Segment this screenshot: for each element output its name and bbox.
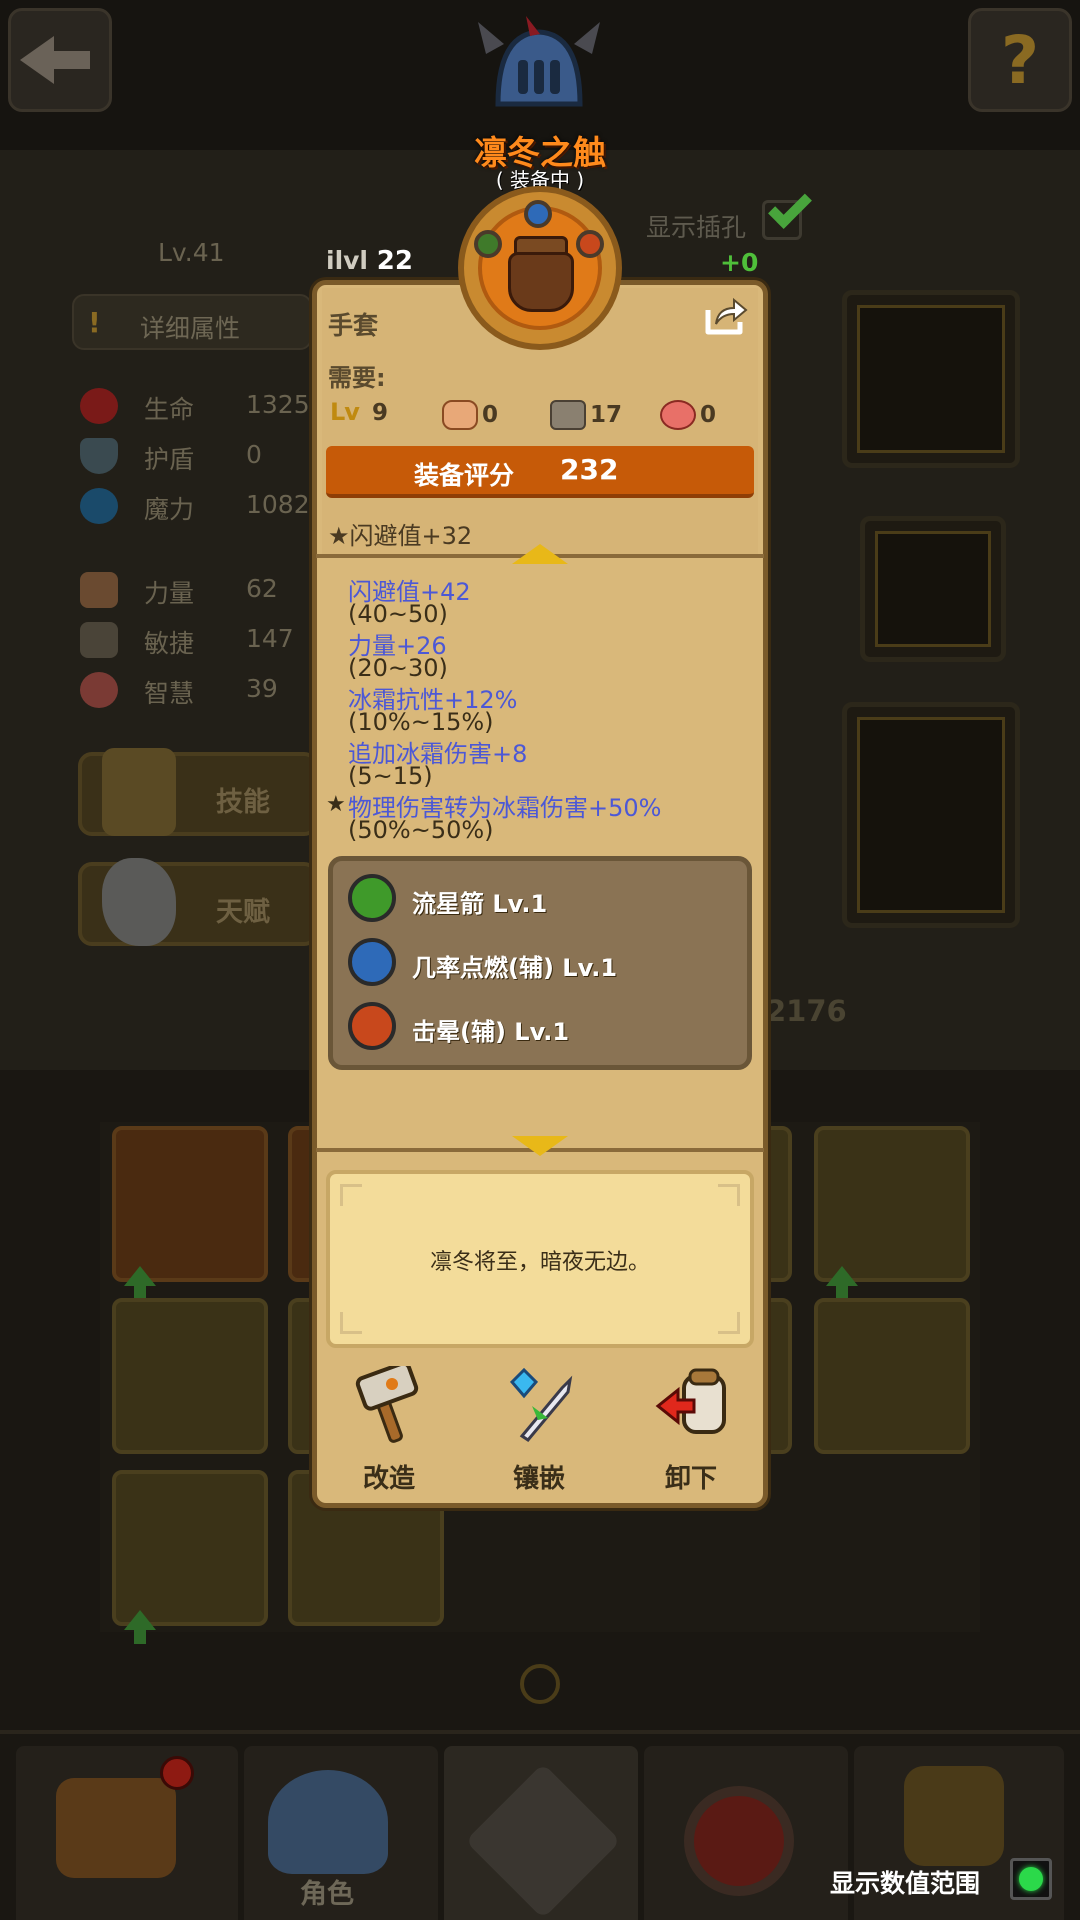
item-type: 手套 bbox=[328, 311, 379, 340]
socket-gem-green-icon bbox=[474, 230, 502, 258]
socket-button[interactable]: 镶嵌 bbox=[484, 1366, 594, 1496]
star-icon: ★ bbox=[326, 792, 346, 817]
requirement-strength: 0 bbox=[442, 398, 532, 434]
treasure-chest-icon bbox=[56, 1778, 176, 1878]
boot-icon bbox=[80, 622, 118, 658]
fist-icon bbox=[442, 400, 478, 430]
item-description-scroll: 凛冬将至，暗夜无边。 bbox=[326, 1170, 754, 1348]
share-icon[interactable] bbox=[704, 296, 748, 336]
knight-helmet-icon bbox=[478, 16, 600, 107]
shield-icon bbox=[80, 438, 118, 474]
equipment-score-bar: 装备评分 232 bbox=[326, 446, 754, 498]
nav-label-character: 角色 bbox=[300, 1879, 354, 1910]
brain-icon bbox=[80, 672, 118, 708]
requirement-wisdom: 0 bbox=[660, 398, 750, 434]
requirements-label: 需要: bbox=[328, 364, 386, 392]
unequip-glove-icon bbox=[655, 1368, 726, 1434]
gem-row-ignite[interactable]: 几率点燃(辅) Lv.1 bbox=[348, 938, 728, 990]
notification-badge bbox=[160, 1756, 194, 1790]
power-number: 2176 bbox=[766, 994, 847, 1028]
socket-gem-blue-icon bbox=[524, 200, 552, 228]
affix-range: (20~30) bbox=[348, 654, 448, 682]
detail-attributes-button[interactable]: ! 详细属性 bbox=[72, 294, 312, 350]
help-button[interactable]: ? bbox=[968, 8, 1072, 112]
fist-icon bbox=[80, 572, 118, 608]
page-indicator bbox=[520, 1664, 560, 1704]
nav-tab-target[interactable] bbox=[644, 1746, 848, 1920]
upgrade-arrow-icon bbox=[124, 1266, 156, 1300]
equip-slot-belt[interactable] bbox=[842, 290, 1020, 468]
scroll-down-chevron-icon[interactable] bbox=[512, 1136, 568, 1156]
stat-row-shield: 护盾 0 bbox=[78, 436, 318, 476]
ignite-gem-icon bbox=[348, 938, 396, 986]
nav-tab-battle[interactable] bbox=[444, 1746, 638, 1920]
affix-range: (40~50) bbox=[348, 600, 448, 628]
character-level: Lv.41 bbox=[158, 238, 225, 267]
affix-range: (10%~15%) bbox=[348, 708, 494, 736]
requirement-level: Lv 9 bbox=[330, 398, 389, 426]
stone-icon bbox=[102, 858, 176, 946]
stat-row-dexterity: 敏捷 147 bbox=[78, 620, 318, 660]
scroll-up-chevron-icon[interactable] bbox=[512, 544, 568, 564]
arrow-gem-icon bbox=[348, 874, 396, 922]
inventory-slot-armor[interactable] bbox=[112, 1298, 268, 1454]
back-button[interactable] bbox=[8, 8, 112, 112]
stat-row-strength: 力量 62 bbox=[78, 570, 318, 610]
stat-row-wisdom: 智慧 39 bbox=[78, 670, 318, 710]
show-range-toggle[interactable] bbox=[1010, 1858, 1052, 1900]
stat-row-mana: 魔力 1082 bbox=[78, 486, 318, 526]
equip-slot-amulet[interactable] bbox=[860, 516, 1006, 662]
nav-tab-inventory[interactable] bbox=[16, 1746, 238, 1920]
beer-mug-icon bbox=[904, 1766, 1004, 1866]
boot-icon bbox=[550, 400, 586, 430]
socket-bonus: +0 bbox=[720, 248, 759, 277]
level-icon: Lv bbox=[330, 398, 360, 426]
upgrade-arrow-icon bbox=[826, 1266, 858, 1300]
item-level: ilvl 22 bbox=[326, 246, 413, 276]
affix-range: (50%~50%) bbox=[348, 816, 494, 844]
inventory-slot-boots[interactable] bbox=[112, 1126, 268, 1300]
show-range-label: 显示数值范围 bbox=[830, 1869, 981, 1898]
glove-icon bbox=[508, 252, 574, 312]
equip-slot-quiver[interactable] bbox=[842, 702, 1020, 928]
inventory-slot-helmet[interactable] bbox=[814, 1298, 970, 1454]
mana-drop-icon bbox=[80, 488, 118, 524]
exclamation-icon: ! bbox=[88, 306, 101, 339]
implicit-affix: ★闪避值+32 bbox=[328, 522, 473, 550]
question-mark-icon: ? bbox=[1000, 21, 1040, 99]
show-socket-label: 显示插孔 bbox=[646, 213, 747, 242]
upgrade-arrow-icon bbox=[124, 1610, 156, 1644]
hammer-icon bbox=[355, 1366, 419, 1443]
stun-gem-icon bbox=[348, 1002, 396, 1050]
skill-button[interactable]: 技能 bbox=[78, 748, 318, 836]
scroll-icon bbox=[102, 748, 176, 836]
crossed-swords-icon bbox=[465, 1763, 621, 1919]
brain-icon bbox=[660, 400, 696, 430]
heart-icon bbox=[80, 388, 118, 424]
talent-button[interactable]: 天赋 bbox=[78, 858, 318, 946]
reforge-button[interactable]: 改造 bbox=[334, 1366, 444, 1496]
unequip-button[interactable]: 卸下 bbox=[636, 1366, 746, 1496]
toggle-on-indicator bbox=[1019, 1867, 1043, 1891]
socket-gem-red-icon bbox=[576, 230, 604, 258]
gem-row-stun[interactable]: 击晕(辅) Lv.1 bbox=[348, 1002, 728, 1054]
item-description: 凛冬将至，暗夜无边。 bbox=[429, 1250, 650, 1275]
knight-helmet-icon bbox=[268, 1770, 388, 1874]
inventory-slot-bow[interactable] bbox=[112, 1470, 268, 1644]
stat-row-life: 生命 1325 bbox=[78, 386, 318, 426]
target-icon bbox=[684, 1786, 794, 1896]
affix-range: (5~15) bbox=[348, 762, 433, 790]
requirement-dexterity: 17 bbox=[550, 398, 640, 434]
gem-row-meteor-arrow[interactable]: 流星箭 Lv.1 bbox=[348, 874, 728, 926]
back-arrow-icon bbox=[20, 36, 90, 84]
gem-sword-icon bbox=[509, 1367, 573, 1442]
inventory-slot-belt[interactable] bbox=[814, 1126, 970, 1300]
